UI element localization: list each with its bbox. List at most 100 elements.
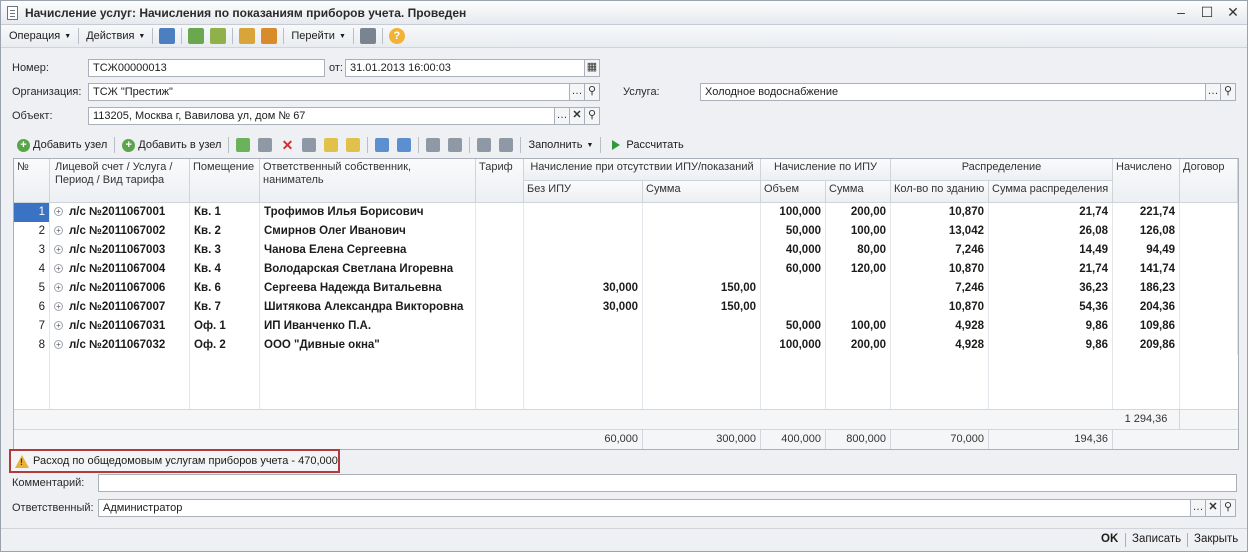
table-row[interactable]: 7 + л/с №2011067031 Оф. 1 ИП Иванченко П.А. 5… bbox=[14, 317, 1238, 336]
organization-field[interactable]: ТСЖ "Престиж" bbox=[88, 83, 570, 101]
cell-vol[interactable]: 100,000 bbox=[761, 203, 826, 222]
cell-qty[interactable]: 10,870 bbox=[891, 298, 989, 317]
cell-charged[interactable]: 109,86 bbox=[1113, 317, 1180, 336]
cell-qty[interactable]: 7,246 bbox=[891, 279, 989, 298]
maximize-icon[interactable]: ☐ bbox=[1199, 4, 1215, 20]
cell-owner[interactable]: Сергеева Надежда Витальевна bbox=[260, 279, 476, 298]
cell-dsum[interactable]: 26,08 bbox=[989, 222, 1113, 241]
structure-icon[interactable] bbox=[261, 28, 278, 44]
cell-vol[interactable]: 50,000 bbox=[761, 222, 826, 241]
col-contract[interactable]: Договор bbox=[1180, 159, 1238, 203]
cell-ipusum[interactable]: 120,00 bbox=[826, 260, 891, 279]
refresh-icon[interactable] bbox=[188, 28, 205, 44]
cell-noipu[interactable]: 30,000 bbox=[524, 298, 643, 317]
cell-noipu[interactable] bbox=[524, 317, 643, 336]
cell-noipu[interactable] bbox=[524, 222, 643, 241]
copy-icon[interactable] bbox=[210, 28, 227, 44]
cell-noipu-sum[interactable]: 150,00 bbox=[643, 279, 761, 298]
cell-account[interactable]: + л/с №2011067031 bbox=[50, 317, 190, 336]
actions-menu[interactable]: Действия ▼ bbox=[82, 27, 149, 46]
responsible-search-icon[interactable]: ⚲ bbox=[1221, 499, 1236, 517]
cell-owner[interactable]: Трофимов Илья Борисович bbox=[260, 203, 476, 222]
service-search-icon[interactable]: ⚲ bbox=[1221, 83, 1236, 101]
cell-qty[interactable]: 4,928 bbox=[891, 317, 989, 336]
end-edit-icon[interactable] bbox=[302, 138, 317, 152]
cell-owner[interactable]: ООО "Дивные окна" bbox=[260, 336, 476, 355]
cell-charged[interactable]: 126,08 bbox=[1113, 222, 1180, 241]
cell-ipusum[interactable] bbox=[826, 279, 891, 298]
cell-dsum[interactable]: 9,86 bbox=[989, 336, 1113, 355]
col-room[interactable]: Помещение bbox=[190, 159, 260, 203]
movements-icon[interactable] bbox=[239, 28, 256, 44]
cell-n[interactable]: 7 bbox=[14, 317, 50, 336]
cell-qty[interactable]: 13,042 bbox=[891, 222, 989, 241]
cell-room[interactable]: Кв. 7 bbox=[190, 298, 260, 317]
cell-qty[interactable]: 4,928 bbox=[891, 336, 989, 355]
calculate-button[interactable]: Рассчитать bbox=[604, 139, 687, 151]
cell-dsum[interactable]: 21,74 bbox=[989, 260, 1113, 279]
table-row[interactable]: 1 + л/с №2011067001 Кв. 1 Трофимов Илья Бори… bbox=[14, 203, 1238, 222]
cell-ipusum[interactable]: 100,00 bbox=[826, 317, 891, 336]
cell-room[interactable]: Кв. 2 bbox=[190, 222, 260, 241]
cell-account[interactable]: + л/с №2011067002 bbox=[50, 222, 190, 241]
cell-noipu[interactable] bbox=[524, 241, 643, 260]
expand-icon[interactable]: + bbox=[54, 264, 63, 273]
cell-ipusum[interactable]: 100,00 bbox=[826, 222, 891, 241]
col-account[interactable]: Лицевой счет / Услуга / Период / Вид тар… bbox=[50, 159, 190, 203]
cell-noipu-sum[interactable] bbox=[643, 222, 761, 241]
cell-room[interactable]: Оф. 2 bbox=[190, 336, 260, 355]
cell-charged[interactable]: 141,74 bbox=[1113, 260, 1180, 279]
cell-tariff[interactable] bbox=[476, 241, 524, 260]
cell-charged[interactable]: 221,74 bbox=[1113, 203, 1180, 222]
date-field[interactable]: 31.01.2013 16:00:03 bbox=[345, 59, 585, 77]
cell-vol[interactable] bbox=[761, 279, 826, 298]
post-document-icon[interactable] bbox=[159, 28, 176, 44]
cell-account[interactable]: + л/с №2011067032 bbox=[50, 336, 190, 355]
table-row[interactable]: 4 + л/с №2011067004 Кв. 4 Володарская Светла… bbox=[14, 260, 1238, 279]
col-owner[interactable]: Ответственный собственник, наниматель bbox=[260, 159, 476, 203]
cell-charged[interactable]: 204,36 bbox=[1113, 298, 1180, 317]
add-node-button[interactable]: + Добавить узел bbox=[13, 138, 111, 152]
cell-contract[interactable] bbox=[1180, 203, 1238, 222]
cell-owner[interactable]: Володарская Светлана Игоревна bbox=[260, 260, 476, 279]
cell-room[interactable]: Кв. 1 bbox=[190, 203, 260, 222]
cell-tariff[interactable] bbox=[476, 203, 524, 222]
list-icon[interactable] bbox=[359, 28, 376, 44]
edit-icon[interactable] bbox=[258, 138, 273, 152]
cell-tariff[interactable] bbox=[476, 260, 524, 279]
cell-vol[interactable]: 40,000 bbox=[761, 241, 826, 260]
cell-vol[interactable]: 100,000 bbox=[761, 336, 826, 355]
cell-account[interactable]: + л/с №2011067003 bbox=[50, 241, 190, 260]
cell-contract[interactable] bbox=[1180, 241, 1238, 260]
cell-noipu-sum[interactable] bbox=[643, 203, 761, 222]
tree-collapse-icon[interactable] bbox=[346, 138, 361, 152]
cell-vol[interactable]: 50,000 bbox=[761, 317, 826, 336]
cell-room[interactable]: Оф. 1 bbox=[190, 317, 260, 336]
cell-ipusum[interactable] bbox=[826, 298, 891, 317]
number-field[interactable]: ТСЖ00000013 bbox=[88, 59, 325, 77]
cell-owner[interactable]: Шитякова Александра Викторовна bbox=[260, 298, 476, 317]
cell-noipu[interactable] bbox=[524, 260, 643, 279]
move-down-icon[interactable] bbox=[397, 138, 412, 152]
minimize-icon[interactable]: – bbox=[1173, 4, 1189, 20]
cell-noipu[interactable] bbox=[524, 203, 643, 222]
close-icon[interactable]: ✕ bbox=[1225, 4, 1241, 20]
fill-menu[interactable]: Заполнить ▼ bbox=[524, 139, 597, 151]
expand-icon[interactable]: + bbox=[54, 245, 63, 254]
expand-icon[interactable]: + bbox=[54, 302, 63, 311]
cell-noipu-sum[interactable] bbox=[643, 241, 761, 260]
add-row-icon[interactable] bbox=[236, 138, 251, 152]
cell-n[interactable]: 4 bbox=[14, 260, 50, 279]
cell-contract[interactable] bbox=[1180, 222, 1238, 241]
table-row[interactable]: 5 + л/с №2011067006 Кв. 6 Сергеева Надежда В… bbox=[14, 279, 1238, 298]
cell-vol[interactable]: 60,000 bbox=[761, 260, 826, 279]
cell-charged[interactable]: 209,86 bbox=[1113, 336, 1180, 355]
cell-n[interactable]: 5 bbox=[14, 279, 50, 298]
cell-contract[interactable] bbox=[1180, 336, 1238, 355]
calendar-icon[interactable]: ▦ bbox=[585, 59, 600, 77]
cell-contract[interactable] bbox=[1180, 317, 1238, 336]
cell-noipu-sum[interactable]: 150,00 bbox=[643, 298, 761, 317]
cell-account[interactable]: + л/с №2011067006 bbox=[50, 279, 190, 298]
cell-n[interactable]: 8 bbox=[14, 336, 50, 355]
responsible-select-icon[interactable]: … bbox=[1191, 499, 1206, 517]
